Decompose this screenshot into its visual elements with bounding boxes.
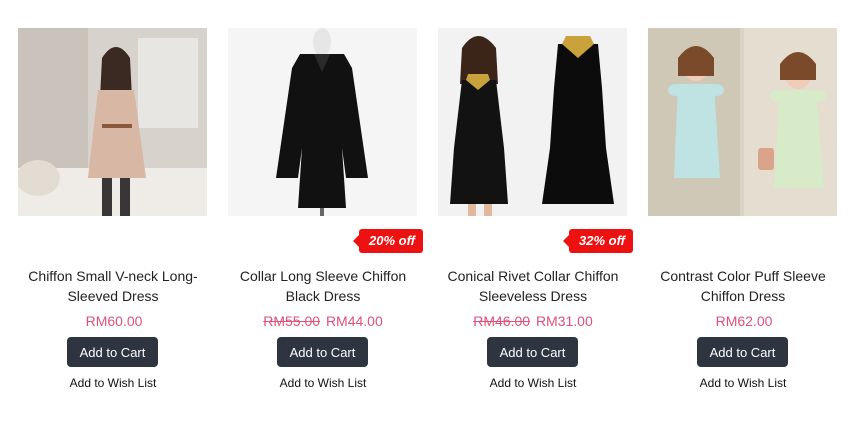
product-card: 32% off Conical Rivet Collar Chiffon Sle…: [428, 0, 638, 442]
old-price: RM46.00: [473, 313, 531, 329]
product-image[interactable]: [18, 28, 207, 216]
beige-dress-photo: [18, 28, 207, 216]
puff-sleeve-dress-photo: [648, 28, 837, 216]
discount-badge: 20% off: [353, 229, 423, 253]
product-price: RM62.00: [638, 313, 848, 329]
current-price: RM44.00: [325, 313, 383, 329]
add-to-wish-list-link[interactable]: Add to Wish List: [218, 376, 428, 390]
product-card: Contrast Color Puff Sleeve Chiffon Dress…: [638, 0, 848, 442]
old-price: RM55.00: [263, 313, 321, 329]
product-image[interactable]: [648, 28, 837, 216]
discount-badge: 32% off: [563, 229, 633, 253]
add-to-cart-button[interactable]: Add to Cart: [67, 337, 158, 367]
product-price: RM60.00: [8, 313, 218, 329]
product-image[interactable]: [228, 28, 417, 216]
add-to-wish-list-link[interactable]: Add to Wish List: [638, 376, 848, 390]
product-grid: Chiffon Small V-neck Long-Sleeved Dress …: [0, 0, 865, 442]
current-price: RM62.00: [715, 313, 773, 329]
product-image[interactable]: [438, 28, 627, 216]
product-price: RM46.00 RM31.00: [428, 313, 638, 329]
current-price: RM31.00: [535, 313, 593, 329]
product-price: RM55.00 RM44.00: [218, 313, 428, 329]
add-to-wish-list-link[interactable]: Add to Wish List: [428, 376, 638, 390]
add-to-cart-button[interactable]: Add to Cart: [697, 337, 788, 367]
product-name[interactable]: Conical Rivet Collar Chiffon Sleeveless …: [433, 266, 633, 306]
product-name[interactable]: Chiffon Small V-neck Long-Sleeved Dress: [13, 266, 213, 306]
product-name[interactable]: Contrast Color Puff Sleeve Chiffon Dress: [643, 266, 843, 306]
black-sleeveless-dress-photo: [438, 28, 627, 216]
product-name[interactable]: Collar Long Sleeve Chiffon Black Dress: [223, 266, 423, 306]
add-to-cart-button[interactable]: Add to Cart: [487, 337, 578, 367]
product-card: 20% off Collar Long Sleeve Chiffon Black…: [218, 0, 428, 442]
add-to-wish-list-link[interactable]: Add to Wish List: [8, 376, 218, 390]
current-price: RM60.00: [85, 313, 143, 329]
product-card: Chiffon Small V-neck Long-Sleeved Dress …: [8, 0, 218, 442]
add-to-cart-button[interactable]: Add to Cart: [277, 337, 368, 367]
black-long-sleeve-dress-photo: [228, 28, 417, 216]
